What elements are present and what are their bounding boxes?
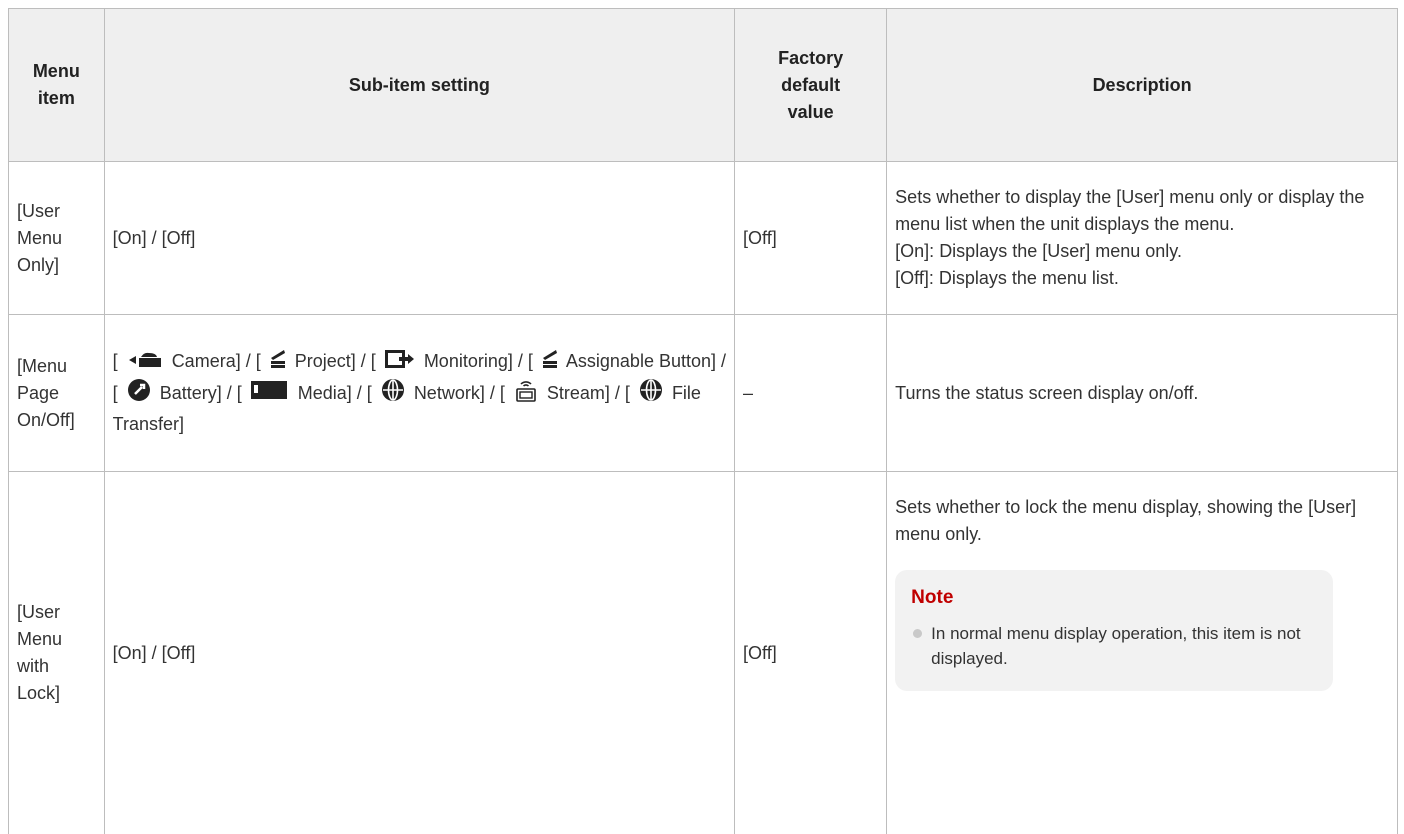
setting-project: Project] / [ xyxy=(295,351,376,371)
setting-camera: Camera] / [ xyxy=(172,351,261,371)
setting-stream: Stream] / [ xyxy=(547,382,630,402)
stream-icon xyxy=(514,377,538,411)
description-off: [Off]: Displays the menu list. xyxy=(895,265,1389,292)
default-cell: [Off] xyxy=(735,162,887,315)
setting-network: Network] / [ xyxy=(414,382,505,402)
header-factory-default-line3: value xyxy=(743,99,878,126)
note-item-text: In normal menu display operation, this i… xyxy=(931,624,1300,668)
setting-battery: Battery] / [ xyxy=(160,382,242,402)
note-item: In normal menu display operation, this i… xyxy=(911,621,1317,671)
description-cell: Turns the status screen display on/off. xyxy=(887,315,1398,472)
setting-monitoring: Monitoring] / [ xyxy=(424,351,533,371)
description-cell: Sets whether to display the [User] menu … xyxy=(887,162,1398,315)
setting-cell: [ Camera] / [ Project] / [ Monitoring] /… xyxy=(104,315,734,472)
note-box: Note In normal menu display operation, t… xyxy=(895,570,1333,691)
setting-text-open: [ xyxy=(113,351,118,371)
setting-cell: [On] / [Off] xyxy=(104,162,734,315)
menu-item-cell: [User Menu with Lock] xyxy=(9,472,105,834)
table-row-user-menu-with-lock: [User Menu with Lock] [On] / [Off] [Off]… xyxy=(9,472,1398,834)
header-sub-item-setting: Sub-item setting xyxy=(104,9,734,162)
header-row: Menu item Sub-item setting Factory defau… xyxy=(9,9,1398,162)
header-factory-default-line2: default xyxy=(743,72,878,99)
note-title: Note xyxy=(911,584,1317,611)
menu-settings-table: Menu item Sub-item setting Factory defau… xyxy=(8,8,1398,834)
assignable-button-icon xyxy=(542,349,558,377)
header-factory-default: Factory default value xyxy=(735,9,887,162)
description-cell: Sets whether to lock the menu display, s… xyxy=(887,472,1398,834)
network-icon xyxy=(381,378,405,410)
media-icon xyxy=(251,379,289,409)
setting-cell: [On] / [Off] xyxy=(104,472,734,834)
default-cell: – xyxy=(735,315,887,472)
default-cell: [Off] xyxy=(735,472,887,834)
table-row-menu-page-on-off: [Menu Page On/Off] [ Camera] / [ Project… xyxy=(9,315,1398,472)
description-on: [On]: Displays the [User] menu only. xyxy=(895,238,1389,265)
header-factory-default-line1: Factory xyxy=(743,45,878,72)
header-menu-item: Menu item xyxy=(9,9,105,162)
menu-item-cell: [User Menu Only] xyxy=(9,162,105,315)
header-description: Description xyxy=(887,9,1398,162)
description-text: Sets whether to lock the menu display, s… xyxy=(895,494,1389,548)
description-text: Sets whether to display the [User] menu … xyxy=(895,184,1389,238)
monitoring-icon xyxy=(385,349,415,376)
project-icon xyxy=(270,349,286,377)
file-transfer-icon xyxy=(639,378,663,410)
bullet-icon xyxy=(913,629,922,638)
battery-icon xyxy=(127,378,151,410)
setting-media: Media] / [ xyxy=(298,382,372,402)
camera-icon xyxy=(127,349,163,376)
menu-item-cell: [Menu Page On/Off] xyxy=(9,315,105,472)
table-row-user-menu-only: [User Menu Only] [On] / [Off] [Off] Sets… xyxy=(9,162,1398,315)
